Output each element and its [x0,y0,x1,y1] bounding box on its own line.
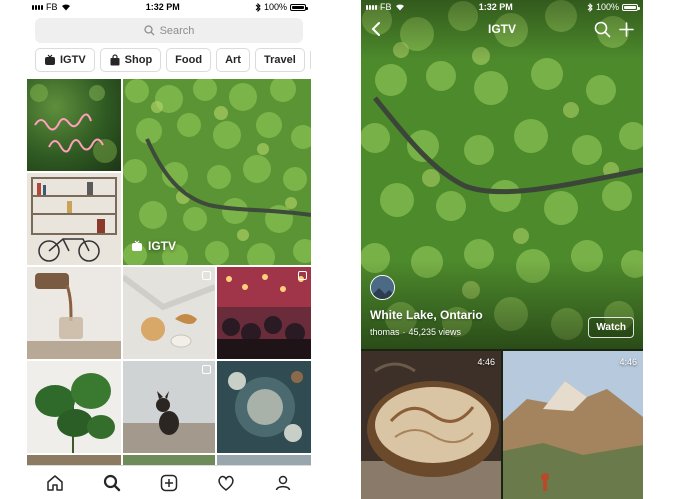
wifi-icon [61,4,70,11]
search-input[interactable]: Search [35,18,303,43]
post-tile-market[interactable] [217,267,311,359]
search-icon [104,474,121,491]
dog-image [123,391,215,453]
home-tab[interactable] [41,469,69,497]
igtv-thumbnail-mountain[interactable]: 4:46 [503,351,643,499]
carousel-icon [298,271,307,280]
search-placeholder: Search [159,24,195,37]
featured-igtv-label: IGTV [131,239,176,253]
profile-icon [275,475,290,490]
topic-chips: IGTV Shop Food Art Travel Ar [35,48,311,72]
plus-icon[interactable] [619,21,634,37]
profile-tab[interactable] [269,469,297,497]
bluetooth-icon [587,2,593,12]
post-tile-neon-sign[interactable] [27,79,121,171]
chip-art[interactable]: Art [216,48,250,72]
carrier-label: FB [46,2,58,12]
watch-button[interactable]: Watch [588,317,634,338]
post-tile-dog[interactable] [123,361,215,453]
post-tile-breakfast[interactable] [123,267,215,359]
new-post-tab[interactable] [155,469,183,497]
post-tile-partial-1[interactable] [27,455,121,465]
chip-food[interactable]: Food [166,48,212,72]
post-tile-plant[interactable] [27,361,121,453]
new-post-icon [160,474,178,491]
chip-architecture[interactable]: Ar [309,48,311,72]
video-duration: 4:46 [619,357,637,367]
chip-label: Art [225,54,241,66]
battery-icon [290,3,308,11]
search-icon [143,25,155,36]
status-bar: FB 1:32 PM 100% [27,0,311,14]
carousel-icon [202,365,211,374]
night-market-image [217,267,311,359]
igtv-thumbnail-bread[interactable]: 4:46 [361,351,501,499]
chip-shop[interactable]: Shop [99,48,162,72]
igtv-header: IGTV [361,16,643,42]
carousel-icon [202,271,211,280]
tea-set-image [228,371,303,442]
carrier-label: FB [380,2,392,12]
search-tab[interactable] [98,469,126,497]
bottom-tab-bar [27,465,311,499]
chip-travel[interactable]: Travel [254,48,305,72]
featured-igtv-text: IGTV [148,239,177,253]
wifi-icon [395,4,404,11]
forest-aerial-image [361,0,643,349]
igtv-icon [45,54,55,65]
chip-label: Food [175,54,203,66]
neon-sign-image [30,84,117,163]
home-icon [47,474,64,491]
chip-igtv[interactable]: IGTV [35,48,95,72]
explore-grid: IGTV [27,79,311,465]
meta-separator: · [402,327,406,337]
igtv-screen: FB 1:32 PM 100% IGTV White Lake, Ontario… [361,0,643,499]
igtv-icon [132,240,142,251]
chip-label: IGTV [60,54,86,66]
igtv-hero-video[interactable] [361,0,643,349]
back-chevron-icon[interactable] [370,21,382,37]
status-bar: FB 1:32 PM 100% [361,0,643,14]
video-author[interactable]: thomas [370,327,400,337]
signal-icon [32,4,43,10]
coffee-pour-image [27,273,121,359]
breakfast-image [123,274,215,348]
bookshelf-image [31,177,117,262]
signal-icon [366,4,377,10]
battery-percent: 100% [595,2,619,12]
chip-label: Shop [124,54,153,66]
status-time: 1:32 PM [478,2,513,12]
activity-tab[interactable] [212,469,240,497]
post-tile-coffee[interactable] [27,267,121,359]
bluetooth-icon [255,2,261,12]
video-duration: 4:46 [477,357,495,367]
bread-loaf-image [361,351,501,499]
post-tile-bookshelf[interactable] [27,173,121,265]
video-meta: thomas · 45,235 views [370,327,461,337]
post-tile-tea[interactable] [217,361,311,453]
battery-percent: 100% [263,2,287,12]
search-icon[interactable] [594,21,611,38]
avatar[interactable] [370,275,395,300]
mountain-landscape-image [503,351,643,499]
activity-heart-icon [218,475,234,491]
post-tile-partial-2[interactable] [123,455,215,465]
status-time: 1:32 PM [145,2,180,12]
video-views: 45,235 views [408,327,462,337]
video-title: White Lake, Ontario [370,308,483,322]
forest-aerial-image [123,79,311,265]
shopping-bag-icon [110,54,120,66]
explore-screen: FB 1:32 PM 100% Search IGTV Shop Food Ar… [27,0,311,499]
monstera-plant-image [35,373,115,453]
chip-label: Travel [263,54,296,66]
battery-icon [622,3,640,11]
post-tile-partial-3[interactable] [217,455,311,465]
featured-igtv-tile[interactable]: IGTV [123,79,311,265]
